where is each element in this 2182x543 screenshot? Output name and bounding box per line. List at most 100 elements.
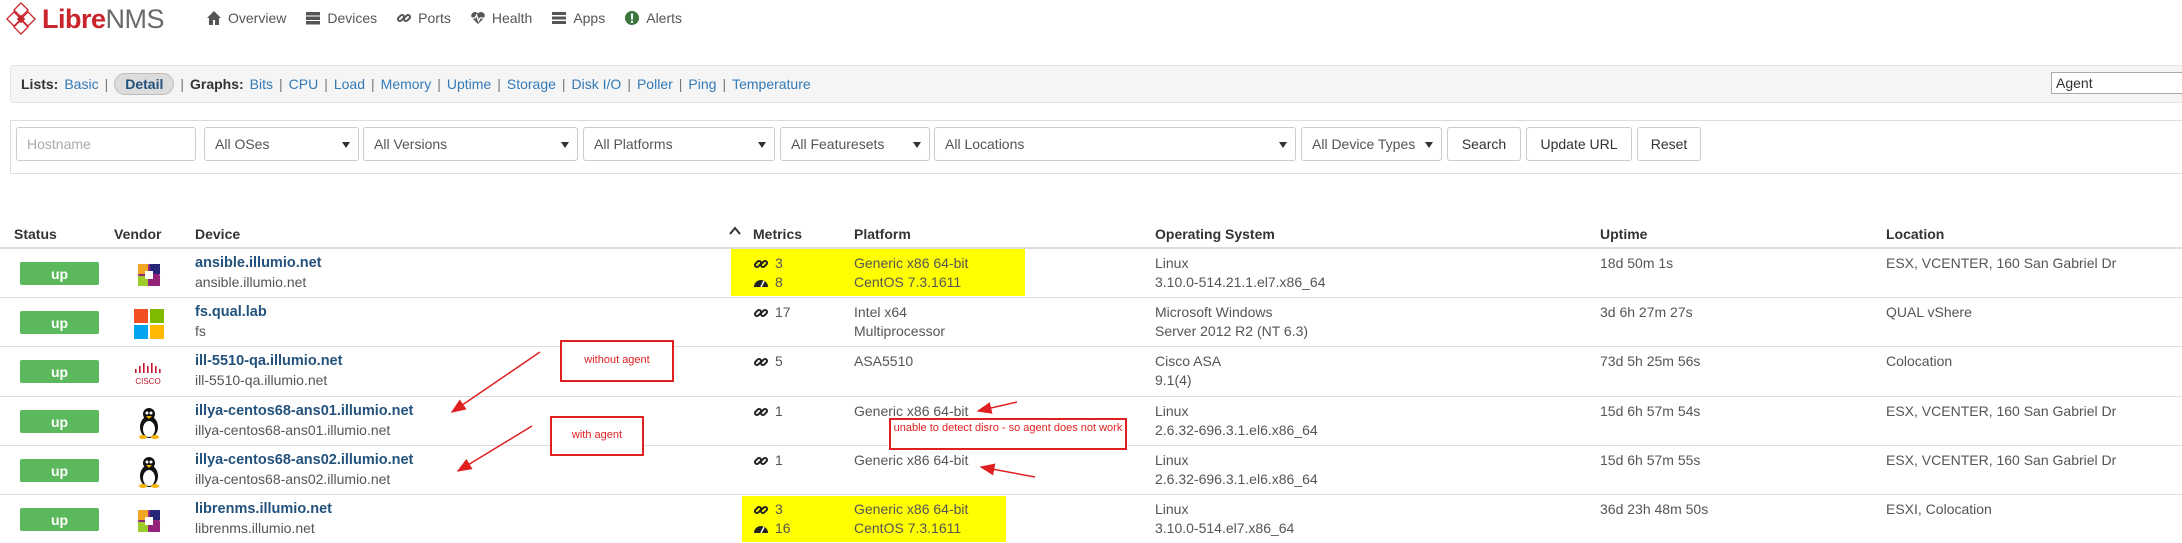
health-count: 8 xyxy=(775,274,783,290)
graph-load-link[interactable]: Load xyxy=(334,76,365,92)
device-table-header: Status Vendor Device Metrics Platform Op… xyxy=(0,222,2182,248)
nav-ports[interactable]: Ports xyxy=(396,6,451,30)
os-name: Linux xyxy=(1155,452,1189,468)
health-metric[interactable]: 16 xyxy=(753,519,791,538)
link-icon xyxy=(753,407,769,416)
centos-logo-icon xyxy=(137,509,161,533)
ports-metric[interactable]: 1 xyxy=(753,402,783,421)
status-badge: up xyxy=(20,262,99,285)
logo-text-libre: Libre xyxy=(42,3,106,34)
nav-overview[interactable]: Overview xyxy=(206,6,286,30)
header-device[interactable]: Device xyxy=(195,226,240,242)
graph-temperature-link[interactable]: Temperature xyxy=(732,76,811,92)
lists-label: Lists: xyxy=(21,76,59,92)
annotation-without-agent: without agent xyxy=(560,340,674,382)
nav-alerts-label: Alerts xyxy=(646,10,683,26)
ports-metric[interactable]: 17 xyxy=(753,303,791,322)
ports-count: 1 xyxy=(775,403,783,419)
location-value: ESX, VCENTER, 160 San Gabriel Dr xyxy=(1886,403,2117,419)
sort-asc-icon[interactable] xyxy=(729,224,741,240)
device-name-link[interactable]: illya-centos68-ans02.illumio.net xyxy=(195,451,413,470)
nav-devices[interactable]: Devices xyxy=(305,6,377,30)
device-types-select[interactable]: All Device Types xyxy=(1301,127,1442,161)
annotation-distro: unable to detect disro - so agent does n… xyxy=(889,418,1127,450)
linux-tux-icon xyxy=(139,457,159,488)
ports-metric[interactable]: 3 xyxy=(753,254,783,273)
separator: | xyxy=(627,76,631,92)
device-hostname: illya-centos68-ans01.illumio.net xyxy=(195,422,391,438)
header-location[interactable]: Location xyxy=(1886,226,1944,242)
table-row[interactable]: up illya-centos68-ans02.illumio.net illy… xyxy=(0,445,2182,494)
os-version: Server 2012 R2 (NT 6.3) xyxy=(1155,323,1309,339)
hostname-input[interactable]: Hostname xyxy=(16,127,196,161)
device-hostname: ill-5510-qa.illumio.net xyxy=(195,372,328,388)
graphs-label: Graphs: xyxy=(189,76,244,92)
platform-features: CentOS 7.3.1611 xyxy=(854,520,962,536)
locations-select[interactable]: All Locations xyxy=(934,127,1296,161)
versions-select[interactable]: All Versions xyxy=(363,127,578,161)
dashboard-icon xyxy=(754,525,768,533)
device-name-link[interactable]: ansible.illumio.net xyxy=(195,254,322,273)
separator: | xyxy=(104,76,109,92)
server-icon xyxy=(306,12,321,25)
header-vendor[interactable]: Vendor xyxy=(114,226,161,242)
nav-health[interactable]: Health xyxy=(470,6,532,30)
ports-metric[interactable]: 3 xyxy=(753,500,791,519)
graph-memory-link[interactable]: Memory xyxy=(381,76,432,92)
graph-diskio-link[interactable]: Disk I/O xyxy=(572,76,622,92)
health-count: 16 xyxy=(775,520,791,536)
logo-text-nms: NMS xyxy=(105,3,165,34)
graph-poller-link[interactable]: Poller xyxy=(637,76,673,92)
graph-ping-link[interactable]: Ping xyxy=(688,76,716,92)
graph-bits-link[interactable]: Bits xyxy=(250,76,273,92)
status-badge: up xyxy=(20,508,99,531)
librenms-logo[interactable]: LibreNMS xyxy=(6,2,165,36)
graph-storage-link[interactable]: Storage xyxy=(507,76,556,92)
uptime-value: 73d 5h 25m 56s xyxy=(1600,353,1701,369)
reset-button[interactable]: Reset xyxy=(1637,127,1701,161)
os-name: Linux xyxy=(1155,255,1189,271)
device-name-link[interactable]: illya-centos68-ans01.illumio.net xyxy=(195,402,413,421)
graph-uptime-link[interactable]: Uptime xyxy=(447,76,491,92)
table-row[interactable]: up fs.qual.lab fs 17 Intel x64 Multiproc… xyxy=(0,297,2182,346)
os-select[interactable]: All OSes xyxy=(204,127,359,161)
location-value: QUAL vShere xyxy=(1886,304,1972,320)
platforms-select[interactable]: All Platforms xyxy=(583,127,775,161)
header-uptime[interactable]: Uptime xyxy=(1600,226,1647,242)
table-row[interactable]: up CISCO ill-5510-qa.illumio.net ill-551… xyxy=(0,346,2182,395)
list-detail-link[interactable]: Detail xyxy=(114,73,175,95)
featuresets-select[interactable]: All Featuresets xyxy=(780,127,930,161)
update-url-button[interactable]: Update URL xyxy=(1526,127,1632,161)
filter-form: Hostname All OSes All Versions All Platf… xyxy=(10,120,2182,174)
table-row[interactable]: up ansible.illumio.net ansible.illumio.n… xyxy=(0,248,2182,297)
nav-ports-label: Ports xyxy=(418,10,451,26)
device-name-link[interactable]: fs.qual.lab xyxy=(195,303,267,322)
status-badge: up xyxy=(20,360,99,383)
os-version: 3.10.0-514.21.1.el7.x86_64 xyxy=(1155,274,1326,290)
ports-metric[interactable]: 1 xyxy=(753,451,783,470)
table-row[interactable]: up librenms.illumio.net librenms.illumio… xyxy=(0,494,2182,543)
platform-hardware: Generic x86 64-bit xyxy=(854,255,969,271)
link-icon xyxy=(753,456,769,465)
list-basic-link[interactable]: Basic xyxy=(64,76,98,92)
header-os[interactable]: Operating System xyxy=(1155,226,1275,242)
separator: | xyxy=(561,76,566,92)
graph-cpu-link[interactable]: CPU xyxy=(289,76,319,92)
tasks-icon xyxy=(552,12,567,24)
header-status[interactable]: Status xyxy=(14,226,57,242)
ports-metric[interactable]: 5 xyxy=(753,352,783,371)
nav-alerts[interactable]: Alerts xyxy=(624,6,682,30)
header-metrics[interactable]: Metrics xyxy=(753,226,802,242)
os-version: 9.1(4) xyxy=(1155,372,1192,388)
device-name-link[interactable]: librenms.illumio.net xyxy=(195,500,332,519)
device-hostname: illya-centos68-ans02.illumio.net xyxy=(195,471,391,487)
search-button[interactable]: Search xyxy=(1447,127,1521,161)
quick-search-input[interactable]: Agent xyxy=(2051,72,2182,94)
nav-apps[interactable]: Apps xyxy=(551,6,605,30)
uptime-value: 15d 6h 57m 54s xyxy=(1600,403,1701,419)
header-platform[interactable]: Platform xyxy=(854,226,911,242)
exclamation-circle-icon xyxy=(625,11,640,25)
uptime-value: 3d 6h 27m 27s xyxy=(1600,304,1693,320)
device-name-link[interactable]: ill-5510-qa.illumio.net xyxy=(195,352,342,371)
health-metric[interactable]: 8 xyxy=(753,273,783,292)
